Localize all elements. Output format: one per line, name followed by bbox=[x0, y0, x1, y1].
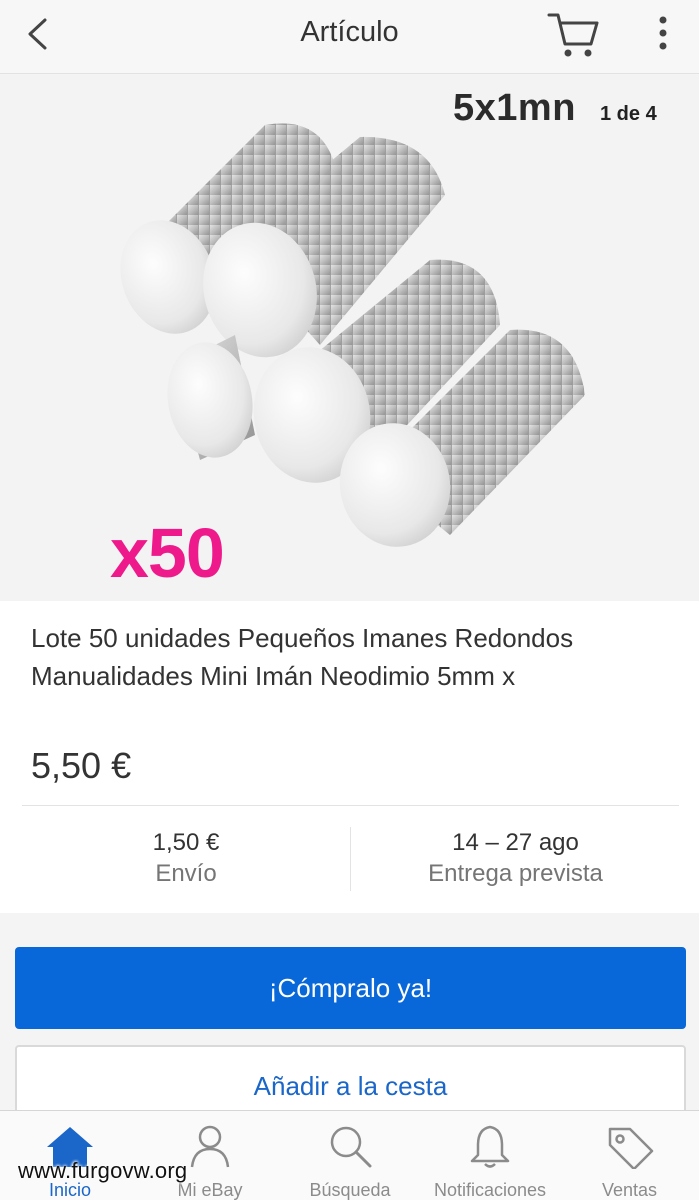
delivery-estimate-block: 14 – 27 ago Entrega prevista bbox=[350, 827, 680, 891]
quantity-badge: x50 bbox=[110, 514, 225, 592]
user-icon bbox=[190, 1125, 230, 1168]
divider bbox=[22, 805, 679, 806]
shipping-cost-label: Envío bbox=[155, 860, 217, 887]
shipping-cost: 1,50 € bbox=[152, 829, 220, 856]
magnet-stack bbox=[167, 335, 255, 460]
top-bar: Artículo bbox=[0, 0, 699, 74]
tag-icon bbox=[608, 1127, 653, 1169]
tab-my-ebay[interactable]: Mi eBay bbox=[140, 1111, 280, 1200]
search-icon bbox=[330, 1126, 372, 1168]
tab-notifications[interactable]: Notificaciones bbox=[420, 1111, 560, 1200]
buy-now-button[interactable]: ¡Cómpralo ya! bbox=[15, 947, 686, 1029]
product-image-gallery[interactable]: 5x1mn 1 de 4 x50 bbox=[0, 75, 699, 601]
product-photo bbox=[120, 123, 585, 547]
tab-label: Notificaciones bbox=[433, 1180, 547, 1200]
image-counter: 1 de 4 bbox=[600, 103, 657, 125]
bottom-tab-bar: Inicio Mi eBay Búsqueda Notificaciones V… bbox=[0, 1110, 699, 1200]
tab-home[interactable]: Inicio bbox=[0, 1111, 140, 1200]
product-info-card: Lote 50 unidades Pequeños Imanes Redondo… bbox=[0, 601, 699, 913]
shipping-cost-block: 1,50 € Envío bbox=[22, 827, 350, 889]
delivery-label: Entrega prevista bbox=[428, 860, 603, 887]
more-options-button[interactable] bbox=[648, 12, 678, 58]
watermark: www.furgovw.org bbox=[18, 1158, 188, 1183]
delivery-date: 14 – 27 ago bbox=[452, 829, 579, 856]
bell-icon bbox=[470, 1125, 510, 1168]
tab-label: Búsqueda bbox=[309, 1180, 391, 1200]
image-caption: 5x1mn bbox=[453, 87, 576, 129]
product-title: Lote 50 unidades Pequeños Imanes Redondo… bbox=[31, 623, 574, 691]
cart-button[interactable] bbox=[546, 10, 602, 60]
tab-search[interactable]: Búsqueda bbox=[280, 1111, 420, 1200]
tab-selling[interactable]: Ventas bbox=[560, 1111, 699, 1200]
cart-icon bbox=[547, 13, 599, 57]
more-vertical-icon bbox=[659, 16, 667, 50]
product-price: 5,50 € bbox=[31, 745, 132, 786]
tab-label: Ventas bbox=[601, 1180, 658, 1200]
